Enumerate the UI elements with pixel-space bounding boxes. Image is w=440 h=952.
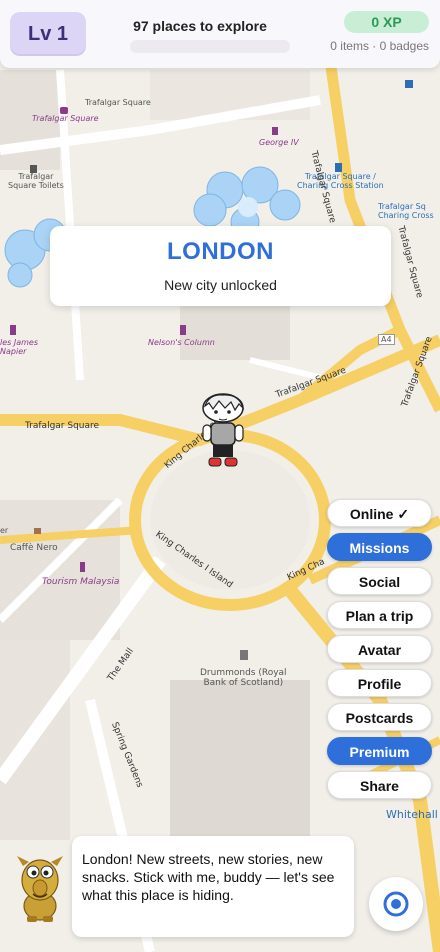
map-label-station-right: Trafalgar Sq Charing Cross	[378, 202, 434, 220]
share-button[interactable]: Share	[327, 771, 432, 799]
map-label-james: les James Napier	[0, 338, 38, 356]
city-subtitle: New city unlocked	[164, 277, 277, 293]
social-button[interactable]: Social	[327, 567, 432, 595]
map[interactable]	[0, 0, 440, 952]
map-label-cafe-nero: Caffè Nero	[10, 543, 58, 553]
places-count: 97 places to explore	[133, 18, 267, 34]
inventory-summary: 0 items · 0 badges	[330, 39, 429, 53]
road-label-trafalgar-left: Trafalgar Square	[25, 421, 100, 431]
top-bar: Lv 1 97 places to explore 0 XP 0 items ·…	[0, 0, 440, 68]
map-label-whitehall: Whitehall	[386, 808, 438, 821]
map-label-drummonds: Drummonds (Royal Bank of Scotland)	[200, 668, 287, 688]
side-menu: Online ✓ Missions Social Plan a trip Ava…	[327, 499, 432, 805]
map-label-nelson: Nelson's Column	[148, 338, 215, 347]
xp-badge[interactable]: 0 XP	[344, 11, 429, 33]
profile-button[interactable]: Profile	[327, 669, 432, 697]
plan-trip-button[interactable]: Plan a trip	[327, 601, 432, 629]
map-label-trafalgar-top: Trafalgar Square	[85, 98, 151, 107]
buddy-mascot-icon[interactable]	[13, 852, 67, 924]
city-name: LONDON	[167, 238, 274, 265]
map-label-george-iv: George IV	[259, 138, 299, 147]
map-label-tourism: Tourism Malaysia	[42, 577, 120, 587]
avatar-button[interactable]: Avatar	[327, 635, 432, 663]
postcards-button[interactable]: Postcards	[327, 703, 432, 731]
places-progress-bar	[130, 40, 290, 53]
map-label-er: er	[0, 526, 9, 535]
buddy-speech-bubble: London! New streets, new stories, new sn…	[72, 836, 354, 937]
map-label-a4: A4	[378, 334, 395, 345]
missions-button[interactable]: Missions	[327, 533, 432, 561]
map-label-toilets: Trafalgar Square Toilets	[8, 172, 64, 190]
map-label-station: Trafalgar Square / Charing Cross Station	[297, 172, 384, 190]
target-icon	[383, 891, 409, 917]
level-badge[interactable]: Lv 1	[10, 12, 86, 56]
map-label-trafalgar-purple: Trafalgar Square	[32, 114, 99, 123]
locate-me-button[interactable]	[369, 877, 423, 931]
premium-button[interactable]: Premium	[327, 737, 432, 765]
online-toggle-button[interactable]: Online ✓	[327, 499, 432, 527]
city-unlocked-card: LONDON New city unlocked	[50, 226, 391, 306]
player-avatar[interactable]	[197, 392, 249, 472]
